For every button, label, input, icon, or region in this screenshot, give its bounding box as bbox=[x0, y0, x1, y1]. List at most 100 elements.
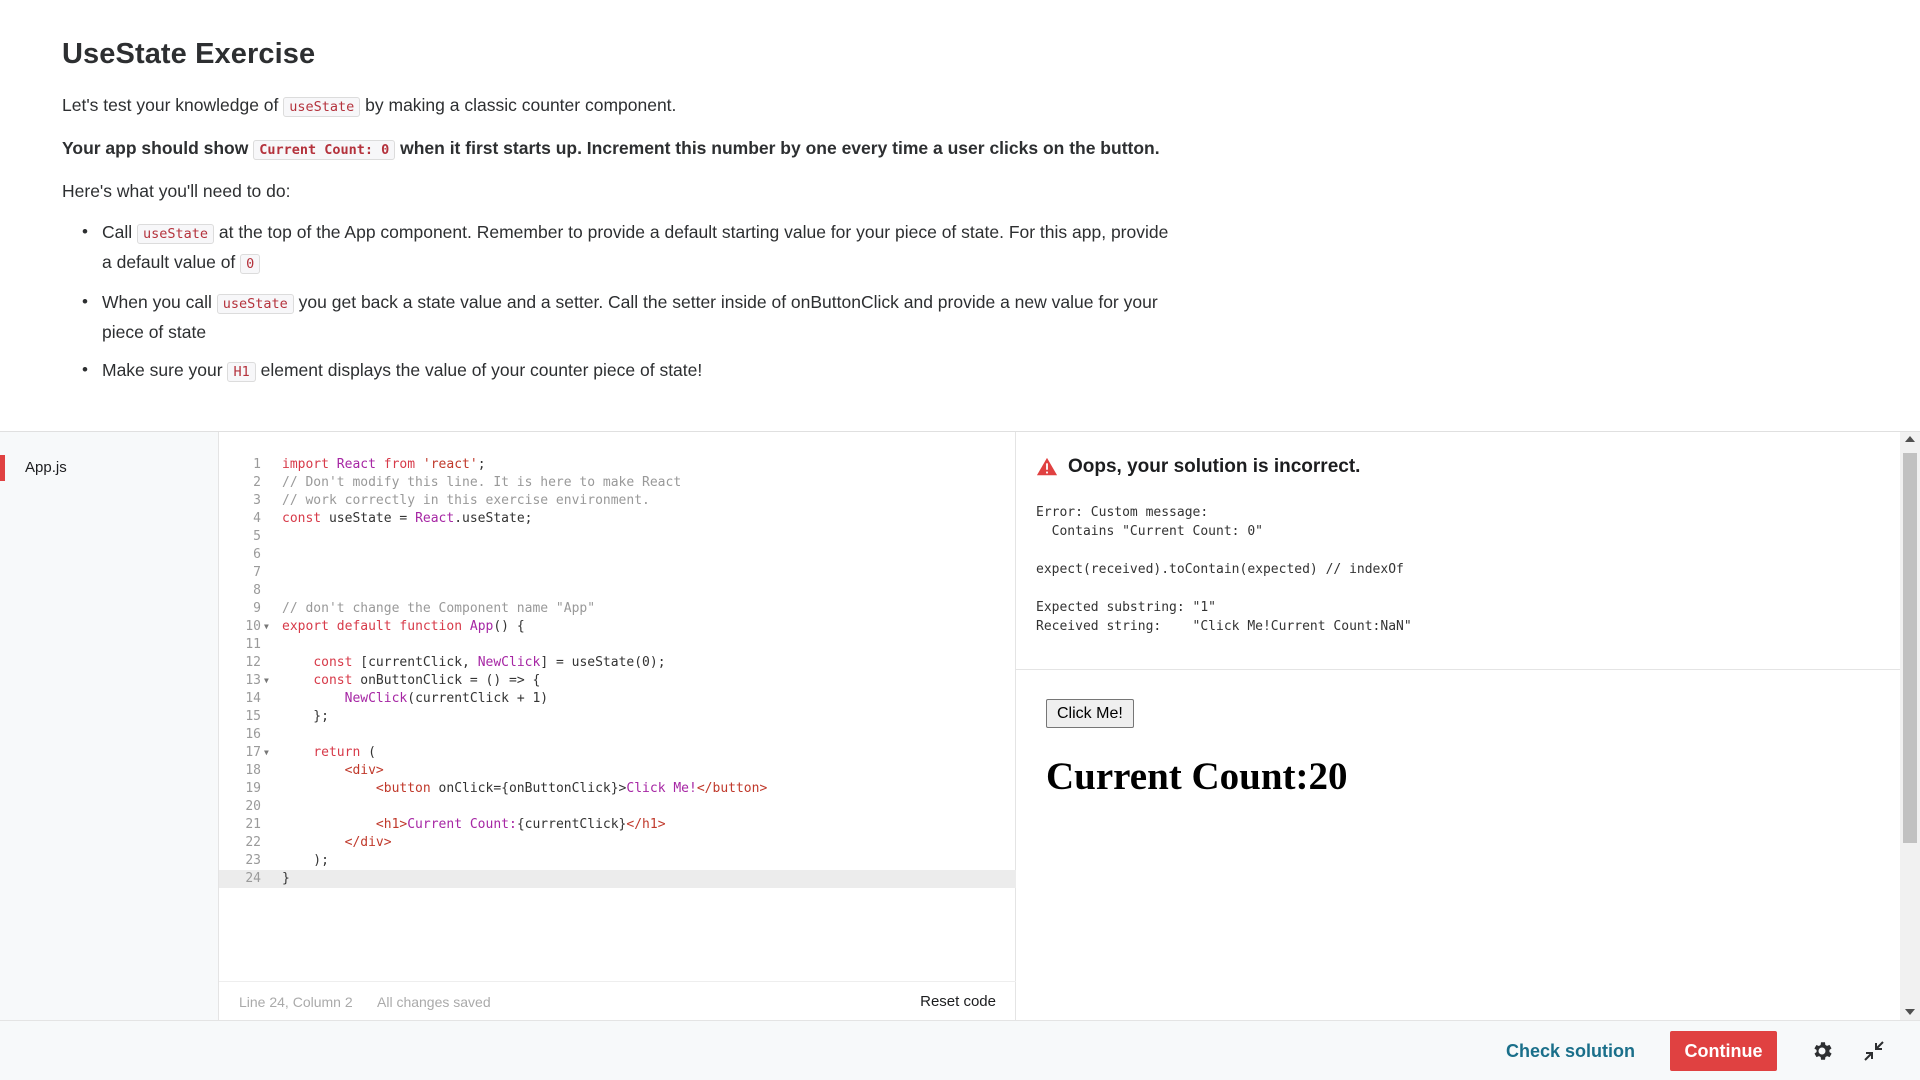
todo-heading: Here's what you'll need to do: bbox=[62, 181, 291, 201]
line-number: 9 bbox=[253, 601, 261, 616]
line-number: 2 bbox=[253, 475, 261, 490]
scroll-up-arrow[interactable] bbox=[1905, 436, 1915, 442]
code-area[interactable]: 1 import React from 'react'; 2 // Don't mod… bbox=[219, 456, 1016, 888]
preview-current-count-heading: Current Count:20 bbox=[1046, 755, 1348, 798]
code-line[interactable]: 6 bbox=[219, 546, 1016, 564]
cursor-position: Line 24, Column 2 bbox=[239, 994, 353, 1010]
code-text: // Don't modify this line. It is here to… bbox=[282, 475, 682, 490]
line-number: 16 bbox=[245, 727, 261, 742]
code-text: }; bbox=[282, 709, 329, 724]
line-number: 17 bbox=[245, 745, 261, 760]
line-number: 8 bbox=[253, 583, 261, 598]
line-number: 5 bbox=[253, 529, 261, 544]
code-line[interactable]: 23 ); bbox=[219, 852, 1016, 870]
error-box: Oops, your solution is incorrect. Error:… bbox=[1016, 432, 1900, 670]
code-text: // don't change the Component name "App" bbox=[282, 601, 596, 616]
code-line[interactable]: 20 bbox=[219, 798, 1016, 816]
code-line[interactable]: 1 import React from 'react'; bbox=[219, 456, 1016, 474]
line-number: 15 bbox=[245, 709, 261, 724]
code-text: const onButtonClick = () => { bbox=[313, 673, 541, 688]
result-panel: Oops, your solution is incorrect. Error:… bbox=[1016, 432, 1900, 1021]
code-line[interactable]: 11 bbox=[219, 636, 1016, 654]
continue-button[interactable]: Continue bbox=[1670, 1031, 1777, 1071]
file-tab-app-js[interactable]: App.js bbox=[0, 455, 219, 481]
inline-code: H1 bbox=[227, 362, 256, 382]
code-line[interactable]: 19 <button onClick={onButtonClick}>Click… bbox=[219, 780, 1016, 798]
code-line[interactable]: 4 const useState = React.useState; bbox=[219, 510, 1016, 528]
line-number: 6 bbox=[253, 547, 261, 562]
list-item: • When you call useState you get back a s… bbox=[82, 292, 1158, 342]
code-text: <h1>Current Count:{currentClick}</h1> bbox=[375, 817, 666, 832]
code-line[interactable]: 17 ▼ return ( bbox=[219, 744, 1016, 762]
line-number: 23 bbox=[245, 853, 261, 868]
gear-icon[interactable] bbox=[1810, 1039, 1834, 1063]
code-text: // work correctly in this exercise envir… bbox=[282, 493, 650, 508]
code-line[interactable]: 9 // don't change the Component name "App… bbox=[219, 600, 1016, 618]
editor-status-bar: Line 24, Column 2 All changes saved Rese… bbox=[219, 981, 1016, 1021]
list-item: • Make sure your H1 element displays the … bbox=[82, 360, 703, 382]
code-line[interactable]: 8 bbox=[219, 582, 1016, 600]
line-number: 3 bbox=[253, 493, 261, 508]
save-status: All changes saved bbox=[377, 994, 491, 1010]
error-title: Oops, your solution is incorrect. bbox=[1036, 456, 1360, 478]
app-preview bbox=[1016, 670, 1900, 1021]
line-number: 20 bbox=[245, 799, 261, 814]
preview-click-me-button[interactable]: Click Me! bbox=[1046, 699, 1134, 728]
code-line[interactable]: 13 ▼ const onButtonClick = () => { bbox=[219, 672, 1016, 690]
inline-code: useState bbox=[137, 224, 215, 244]
code-text: <button onClick={onButtonClick}>Click Me… bbox=[375, 781, 768, 796]
code-line[interactable]: 12 const [currentClick, NewClick] = useS… bbox=[219, 654, 1016, 672]
code-line[interactable]: 5 bbox=[219, 528, 1016, 546]
inline-code: useState bbox=[283, 97, 361, 117]
inline-code: useState bbox=[216, 294, 294, 314]
line-number: 21 bbox=[245, 817, 261, 832]
code-text: <div> bbox=[344, 763, 384, 778]
todo-list: • Call useState at the top of the App com… bbox=[62, 218, 1182, 386]
line-number: 1 bbox=[253, 457, 261, 472]
inline-code: 0 bbox=[240, 254, 261, 274]
code-text: } bbox=[282, 871, 290, 886]
code-text: const [currentClick, NewClick] = useStat… bbox=[313, 655, 666, 670]
scroll-down-arrow[interactable] bbox=[1905, 1009, 1915, 1015]
code-line[interactable]: 21 <h1>Current Count:{currentClick}</h1> bbox=[219, 816, 1016, 834]
code-text: ); bbox=[282, 853, 329, 868]
line-number: 11 bbox=[245, 637, 261, 652]
code-line[interactable]: 18 <div> bbox=[219, 762, 1016, 780]
collapse-icon[interactable] bbox=[1862, 1039, 1886, 1063]
intro-paragraph: Let's test your knowledge of useState by… bbox=[62, 95, 677, 117]
code-editor[interactable]: 1 import React from 'react'; 2 // Don't mod… bbox=[219, 432, 1016, 1021]
fold-toggle-icon[interactable]: ▼ bbox=[264, 618, 269, 636]
code-line[interactable]: 7 bbox=[219, 564, 1016, 582]
code-line[interactable]: 14 NewClick(currentClick + 1) bbox=[219, 690, 1016, 708]
code-line[interactable]: 10 ▼ export default function App() { bbox=[219, 618, 1016, 636]
code-line[interactable]: 3 // work correctly in this exercise envi… bbox=[219, 492, 1016, 510]
code-line[interactable]: 15 }; bbox=[219, 708, 1016, 726]
line-number: 12 bbox=[245, 655, 261, 670]
instructions-panel: UseState Exercise Let's test your knowle… bbox=[62, 38, 1182, 396]
check-solution-button[interactable]: Check solution bbox=[1490, 1031, 1651, 1071]
file-panel: App.js bbox=[0, 432, 219, 1021]
code-text: const useState = React.useState; bbox=[282, 511, 533, 526]
reset-code-button[interactable]: Reset code bbox=[920, 982, 996, 1022]
list-item: • Call useState at the top of the App com… bbox=[82, 222, 1169, 274]
code-text: </div> bbox=[344, 835, 392, 850]
line-number: 19 bbox=[245, 781, 261, 796]
line-number: 24 bbox=[245, 871, 261, 886]
code-text: return ( bbox=[313, 745, 376, 760]
line-number: 7 bbox=[253, 565, 261, 580]
scroll-thumb[interactable] bbox=[1903, 453, 1917, 843]
code-line[interactable]: 2 // Don't modify this line. It is here t… bbox=[219, 474, 1016, 492]
code-line[interactable]: 24} bbox=[219, 870, 1016, 888]
line-number: 14 bbox=[245, 691, 261, 706]
error-message: Error: Custom message: Contains "Current… bbox=[1036, 505, 1412, 634]
goal-paragraph: Your app should show Current Count: 0 wh… bbox=[62, 138, 1160, 160]
line-number: 13 bbox=[245, 673, 261, 688]
workspace: App.js 1 import React from 'react'; 2 // Do… bbox=[0, 431, 1920, 1021]
scrollbar[interactable] bbox=[1900, 432, 1920, 1021]
code-line[interactable]: 22 </div> bbox=[219, 834, 1016, 852]
code-line[interactable]: 16 bbox=[219, 726, 1016, 744]
fold-toggle-icon[interactable]: ▼ bbox=[264, 672, 269, 690]
footer-bar: Check solution Continue bbox=[0, 1020, 1920, 1080]
line-number: 4 bbox=[253, 511, 261, 526]
fold-toggle-icon[interactable]: ▼ bbox=[264, 744, 269, 762]
